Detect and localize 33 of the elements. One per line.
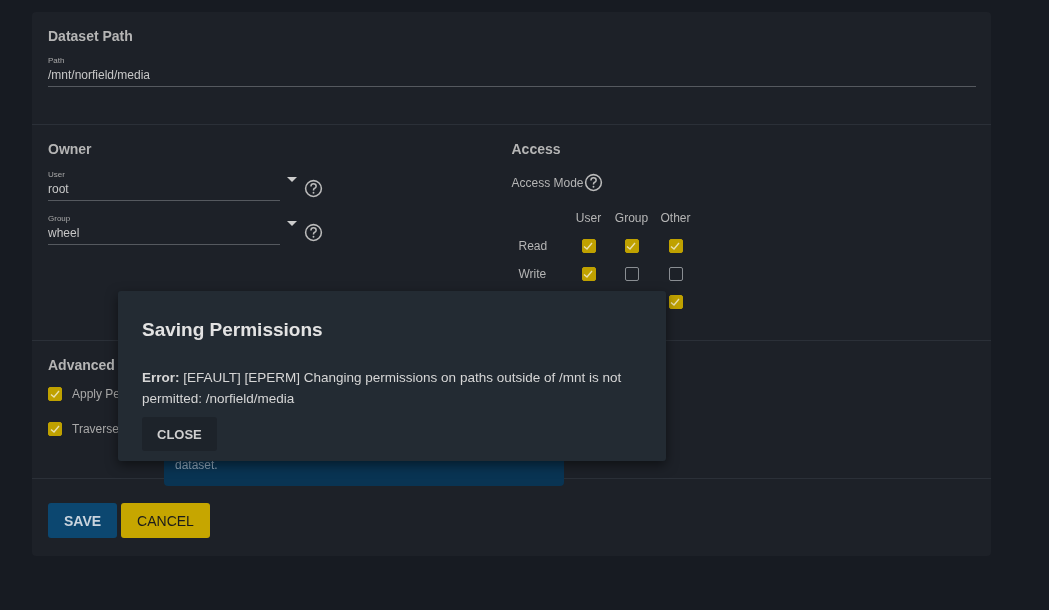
access-mode-label: Access Mode (511, 175, 584, 190)
checkbox[interactable] (668, 267, 683, 281)
checkbox[interactable] (48, 387, 62, 401)
help-icon[interactable] (304, 179, 323, 198)
section-title: Dataset Path (48, 28, 134, 44)
column-header: Group (614, 211, 649, 225)
section-title: Access (511, 141, 562, 157)
checkbox[interactable] (48, 422, 62, 436)
help-icon[interactable] (583, 173, 603, 192)
row-label: Write (517, 267, 548, 281)
row-label: Read (517, 239, 549, 253)
section-title: Owner (48, 141, 93, 157)
checkbox[interactable] (581, 267, 596, 281)
dropdown-caret-icon[interactable] (287, 221, 297, 226)
dialog-title: Saving Permissions (142, 319, 324, 341)
checkbox[interactable] (668, 239, 683, 253)
checkbox[interactable] (624, 239, 639, 253)
option-label: Traverse (72, 422, 119, 436)
checkbox[interactable] (624, 267, 639, 281)
error-message: Error: [EFAULT] [EPERM] Changing permissions on paths outside of /mnt is not permitted: /norfield/media (142, 369, 623, 408)
section-title: Advanced (48, 357, 116, 373)
column-header: User (575, 211, 602, 225)
cancel-button[interactable]: CANCEL (121, 503, 210, 538)
save-button[interactable]: SAVE (48, 503, 118, 538)
column-header: Other (660, 211, 691, 225)
checkbox[interactable] (581, 239, 596, 253)
help-icon[interactable] (304, 223, 323, 242)
dropdown-caret-icon[interactable] (287, 177, 297, 182)
close-button[interactable]: CLOSE (142, 417, 217, 451)
select-field[interactable]: Group wheel (48, 214, 280, 245)
checkbox[interactable] (668, 295, 683, 309)
path-field[interactable]: Path /mnt/norfield/media (48, 56, 976, 87)
select-field[interactable]: User root (48, 170, 280, 201)
